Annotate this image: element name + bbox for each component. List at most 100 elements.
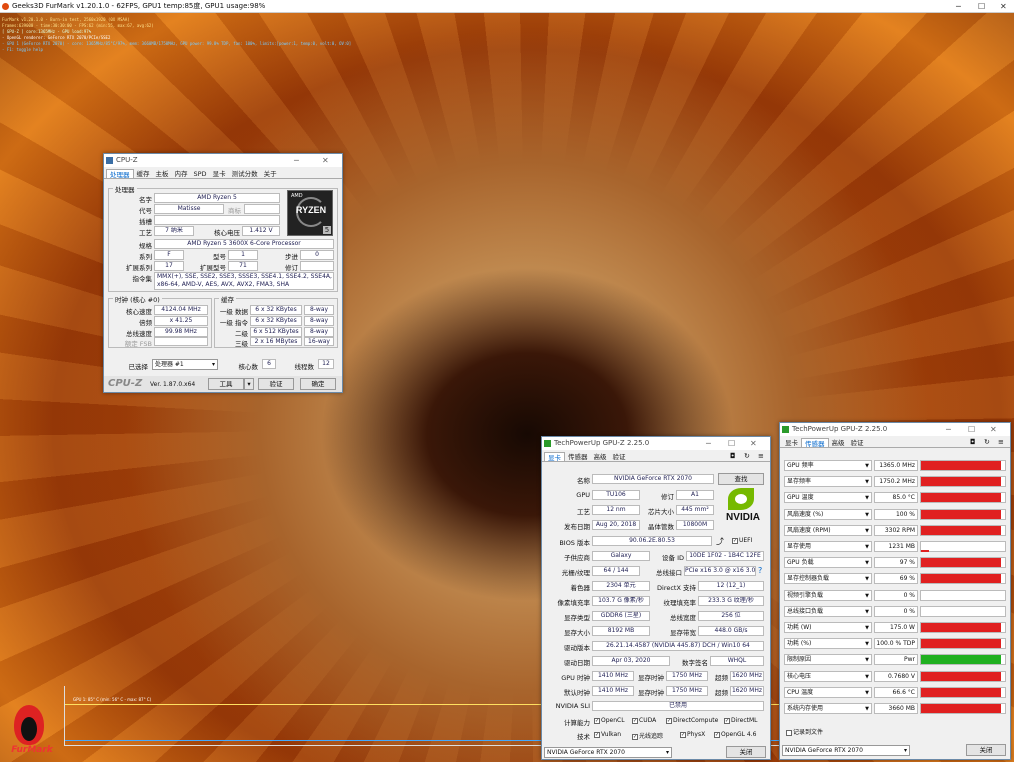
sensor-name[interactable]: CPU 温度 ▼ [784,686,872,698]
sensor-name[interactable]: 视频引擎负载 ▼ [784,589,872,601]
gpuz-window[interactable]: TechPowerUp GPU-Z 2.25.0 ─ ☐ ✕ 显卡 传感器 高级… [541,436,771,760]
minimize-icon[interactable]: ─ [706,437,711,450]
sensor-name[interactable]: 核心电压 ▼ [784,670,872,682]
dropdown-arrow-icon[interactable]: ▼ [865,640,869,649]
sensor-name[interactable]: 功耗 (W) ▼ [784,622,872,633]
dropdown-arrow-icon[interactable]: ▼ [865,608,869,617]
dropdown-arrow-icon[interactable]: ▼ [865,494,869,503]
close-icon[interactable]: ✕ [750,437,757,450]
tools-button[interactable]: 工具 [208,378,244,390]
sensor-name-label: 风扇速度 (%) [787,510,824,518]
sensor-name[interactable]: 限制原因 ▼ [784,654,872,666]
tab-cache[interactable]: 缓存 [134,169,153,178]
maximize-icon[interactable]: ☐ [968,423,975,436]
close-button[interactable]: 关闭 [966,744,1006,756]
label-bus-speed: 总线速度 [126,330,152,338]
furmark-titlebar[interactable]: Geeks3D FurMark v1.20.1.0 - 62FPS, GPU1 … [0,0,1014,13]
directcompute-checkbox[interactable]: ✓ DirectCompute [666,717,718,724]
sensor-name[interactable]: 功耗 (%) ▼ [784,638,872,650]
close-button[interactable]: 关闭 [726,746,766,758]
sensor-name[interactable]: GPU 负载 ▼ [784,557,872,569]
dropdown-arrow-icon[interactable]: ▼ [865,559,869,568]
directml-checkbox[interactable]: ✓ DirectML [724,717,757,724]
minimize-icon[interactable]: ─ [946,423,951,436]
sensor-name[interactable]: 显存使用 ▼ [784,541,872,552]
close-icon[interactable]: ✕ [990,423,997,436]
tab-validation[interactable]: 验证 [848,438,867,447]
sensor-name[interactable]: GPU 温度 ▼ [784,492,872,504]
processor-select[interactable]: 处理器 #1 ▾ [152,359,218,370]
close-icon[interactable]: ✕ [1000,0,1007,13]
label-core-speed: 核心速度 [126,308,152,316]
ok-button[interactable]: 确定 [300,378,336,390]
share-icon[interactable]: ⤴ [716,536,724,547]
uefi-checkbox[interactable]: ✓ UEFI [732,537,752,544]
dropdown-arrow-icon[interactable]: ▼ [865,543,869,552]
gpuz-sensors-window[interactable]: TechPowerUp GPU-Z 2.25.0 ─ ☐ ✕ 显卡 传感器 高级… [779,422,1011,760]
tab-mainboard[interactable]: 主板 [153,169,172,178]
tab-graphics-card[interactable]: 显卡 [544,452,565,462]
dropdown-arrow-icon[interactable]: ▼ [865,527,869,536]
maximize-icon[interactable]: ☐ [978,0,985,13]
refresh-icon[interactable]: ↻ [984,438,990,446]
tab-graphics-card[interactable]: 显卡 [782,438,801,447]
sensor-name[interactable]: 系统内存使用 ▼ [784,703,872,714]
camera-icon[interactable]: ◘ [730,452,736,460]
minimize-icon[interactable]: ─ [294,154,299,167]
refresh-icon[interactable]: ↻ [744,452,750,460]
menu-icon[interactable]: ≡ [758,452,764,460]
physx-checkbox[interactable]: ✓ PhysX [680,731,705,738]
tab-sensors[interactable]: 传感器 [801,438,829,448]
cpuz-window[interactable]: CPU-Z ─ ✕ 处理器 缓存 主板 内存 SPD 显卡 测试分数 关于 处理… [103,153,343,393]
tab-advanced[interactable]: 高级 [591,452,610,461]
cuda-checkbox[interactable]: ✓ CUDA [632,717,656,724]
dropdown-arrow-icon[interactable]: ▼ [865,462,869,471]
sensor-value: 175.0 W [874,622,918,633]
tab-graphics[interactable]: 显卡 [210,169,229,178]
sensor-name[interactable]: 风扇速度 (RPM) ▼ [784,524,872,536]
sensor-name[interactable]: 显存控制器负载 ▼ [784,573,872,585]
dropdown-arrow-icon[interactable]: ▼ [865,624,869,633]
lookup-button[interactable]: 查找 [718,473,764,485]
minimize-icon[interactable]: ─ [956,0,961,13]
tab-advanced[interactable]: 高级 [829,438,848,447]
dropdown-arrow-icon[interactable]: ▼ [865,592,869,601]
sensor-name[interactable]: 总线接口负载 ▼ [784,605,872,617]
opencl-checkbox[interactable]: ✓ OpenCL [594,717,625,724]
gpuz-titlebar[interactable]: TechPowerUp GPU-Z 2.25.0 ─ ☐ ✕ [542,437,770,450]
gpuz-sensors-titlebar[interactable]: TechPowerUp GPU-Z 2.25.0 ─ ☐ ✕ [780,423,1010,436]
dropdown-arrow-icon[interactable]: ▼ [865,478,869,487]
dropdown-arrow-icon[interactable]: ▼ [865,656,869,665]
gpu-select[interactable]: NVIDIA GeForce RTX 2070 ▾ [782,745,910,756]
dropdown-arrow-icon[interactable]: ▼ [865,689,869,698]
tab-spd[interactable]: SPD [191,169,210,178]
vulkan-checkbox[interactable]: ✓ Vulkan [594,731,621,738]
maximize-icon[interactable]: ☐ [728,437,735,450]
tab-processor[interactable]: 处理器 [106,169,134,179]
dropdown-arrow-icon[interactable]: ▼ [865,673,869,682]
help-icon[interactable]: ? [758,566,762,575]
close-icon[interactable]: ✕ [322,154,329,167]
tab-bench[interactable]: 测试分数 [229,169,261,178]
tab-validation[interactable]: 验证 [610,452,629,461]
dropdown-arrow-icon[interactable]: ▼ [865,511,869,520]
tools-dropdown-button[interactable]: ▾ [244,378,254,390]
dropdown-arrow-icon[interactable]: ▼ [865,575,869,584]
cpuz-titlebar[interactable]: CPU-Z ─ ✕ [104,154,342,167]
tab-about[interactable]: 关于 [261,169,280,178]
sensor-name[interactable]: 显存频率 ▼ [784,476,872,488]
gpu-select-value: NVIDIA GeForce RTX 2070 [547,749,625,756]
sensor-name[interactable]: 风扇速度 (%) ▼ [784,508,872,520]
log-to-file-checkbox[interactable]: 记录到文件 [786,727,823,736]
camera-icon[interactable]: ◘ [970,438,976,446]
sensor-graph [920,686,1006,698]
opengl-checkbox[interactable]: ✓ OpenGL 4.6 [714,731,756,738]
validate-button[interactable]: 验证 [258,378,294,390]
gpu-select[interactable]: NVIDIA GeForce RTX 2070 ▾ [544,747,672,758]
menu-icon[interactable]: ≡ [998,438,1004,446]
raytracing-checkbox[interactable]: ✓ 光线追踪 [632,731,663,740]
sensor-name[interactable]: GPU 频率 ▼ [784,460,872,471]
tab-memory[interactable]: 内存 [172,169,191,178]
dropdown-arrow-icon[interactable]: ▼ [865,705,869,714]
tab-sensors[interactable]: 传感器 [565,452,591,461]
